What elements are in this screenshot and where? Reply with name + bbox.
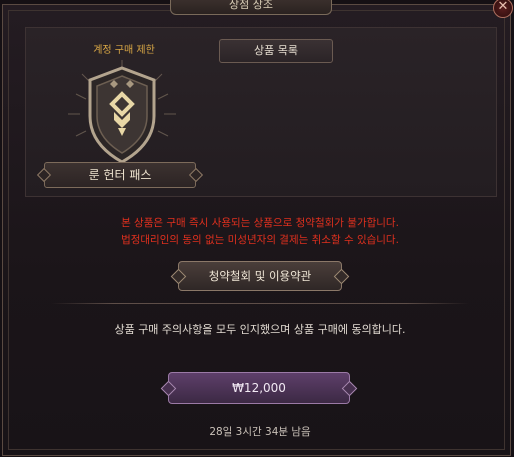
rune-shield-emblem-icon [68, 60, 176, 164]
consent-text: 상품 구매 주의사항을 모두 인지했으며 상품 구매에 동의합니다. [114, 323, 406, 336]
purchase-price-button[interactable]: ₩12,000 [168, 372, 350, 404]
warning-line-2: 법정대리인의 동의 없는 미성년자의 결제는 취소할 수 있습니다. [121, 234, 399, 246]
shop-window: 계정 구매 제한 룬 헌터 패스 상품 목록 본 상품은 구매 즉시 사용되는 … [2, 4, 511, 456]
window-title: 상점 상조 [170, 0, 332, 15]
divider [51, 303, 469, 304]
terms-button[interactable]: 청약철회 및 이용약관 [178, 261, 342, 291]
product-name-plate: 룬 헌터 패스 [44, 162, 196, 188]
purchase-warning: 본 상품은 구매 즉시 사용되는 상품으로 청약철회가 불가합니다. 법정대리인… [43, 215, 477, 249]
warning-line-1: 본 상품은 구매 즉시 사용되는 상품으로 청약철회가 불가합니다. [121, 217, 399, 229]
time-remaining: 28일 3시간 34분 남음 [209, 426, 311, 438]
product-list-header[interactable]: 상품 목록 [219, 39, 333, 63]
product-panel: 계정 구매 제한 룬 헌터 패스 상품 목록 [25, 27, 497, 197]
